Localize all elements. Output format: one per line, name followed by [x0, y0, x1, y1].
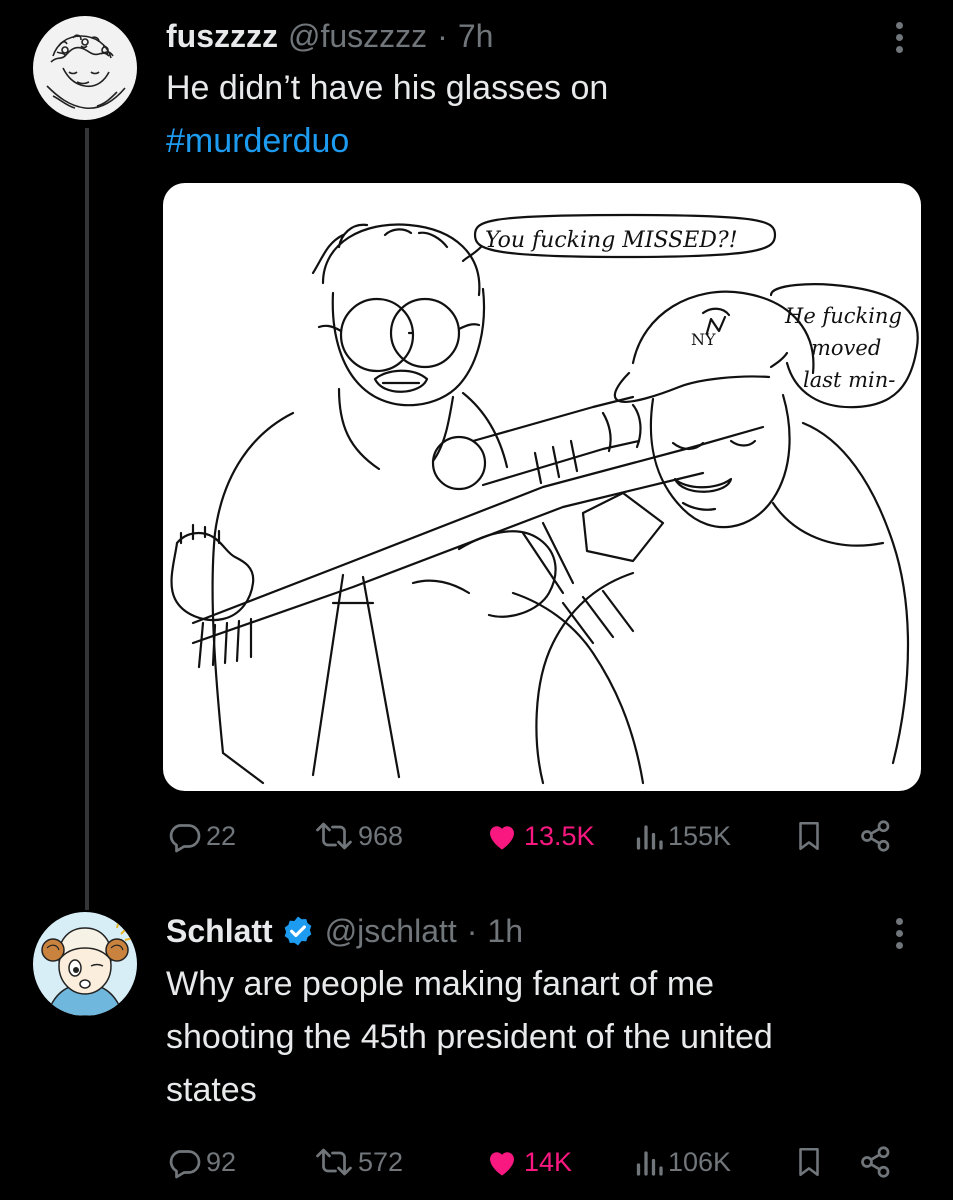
repost-button[interactable]: 572: [314, 1137, 403, 1187]
reply-icon: [169, 1150, 201, 1179]
author-name[interactable]: fuszzzz: [166, 18, 278, 55]
repost-icon: [316, 822, 352, 850]
more-icon[interactable]: [896, 918, 904, 954]
verified-icon: [284, 916, 312, 946]
repost-icon: [316, 1148, 352, 1176]
reply-count: 22: [206, 820, 237, 851]
tweet-text-line-3: states: [166, 1071, 257, 1109]
author-name[interactable]: Schlatt: [166, 913, 273, 950]
share-icon: [861, 1146, 890, 1178]
share-button[interactable]: [858, 811, 898, 861]
reply-button[interactable]: 22: [166, 811, 236, 861]
views-count: 155K: [668, 820, 732, 851]
repost-count: 572: [358, 1146, 404, 1177]
views-icon: [636, 1151, 663, 1176]
like-button[interactable]: 14K: [484, 1137, 572, 1187]
separator: ·: [466, 912, 478, 949]
views-count: 106K: [668, 1146, 732, 1177]
speech-bubble-2-line1: He fucking: [784, 304, 902, 328]
tweet-2-text: Why are people making fanart of me shoot…: [166, 958, 773, 1117]
bookmark-icon: [799, 1147, 819, 1177]
timestamp[interactable]: 7h: [458, 18, 494, 55]
author-handle[interactable]: @fuszzzz: [288, 18, 427, 55]
repost-count: 968: [358, 820, 404, 851]
share-button[interactable]: [858, 1137, 898, 1187]
like-button[interactable]: 13.5K: [484, 811, 595, 861]
tweet-text-line-2: shooting the 45th president of the unite…: [166, 1018, 773, 1056]
fuszzzz-avatar[interactable]: [33, 16, 137, 120]
tweet-1-actions: 22 968 13.5K 155K: [166, 811, 906, 861]
timestamp[interactable]: 1h: [487, 913, 523, 950]
views-button[interactable]: 106K: [634, 1137, 731, 1187]
tweet-2-actions: 92 572 14K 106K: [166, 1137, 906, 1187]
thread-line: [85, 128, 89, 910]
like-count: 14K: [524, 1146, 573, 1177]
speech-bubble-2-line3: last min-: [803, 368, 895, 392]
separator: ·: [437, 17, 448, 54]
views-icon: [636, 825, 663, 850]
hashtag-link[interactable]: #murderduo: [166, 115, 608, 168]
tweet-text-line-1: Why are people making fanart of me: [166, 965, 715, 1003]
bookmark-button[interactable]: [792, 811, 830, 861]
cap-logo: NY: [691, 330, 716, 349]
share-icon: [861, 820, 890, 852]
reply-icon: [169, 824, 201, 853]
like-count: 13.5K: [524, 820, 595, 851]
reply-button[interactable]: 92: [166, 1137, 236, 1187]
tweet-1-text: He didn’t have his glasses on #murderduo: [166, 62, 608, 168]
tweet-1-header: fuszzzz @fuszzzz · 7h: [166, 14, 493, 58]
heart-icon: [490, 1152, 514, 1176]
bookmark-button[interactable]: [792, 1137, 830, 1187]
more-icon[interactable]: [896, 22, 904, 58]
speech-bubble-2-line2: moved: [811, 336, 881, 360]
tweet-media-image[interactable]: You fucking MISSED?! He fucking moved la…: [163, 183, 921, 791]
reply-count: 92: [206, 1146, 237, 1177]
views-button[interactable]: 155K: [634, 811, 731, 861]
schlatt-avatar[interactable]: [33, 912, 137, 1016]
author-handle[interactable]: @jschlatt: [325, 913, 457, 950]
tweet-text: He didn’t have his glasses on: [166, 69, 609, 107]
repost-button[interactable]: 968: [314, 811, 403, 861]
speech-bubble-1: You fucking MISSED?!: [485, 228, 738, 253]
bookmark-icon: [799, 821, 819, 851]
tweet-2-header: Schlatt @jschlatt · 1h: [166, 908, 523, 954]
heart-icon: [490, 826, 514, 850]
